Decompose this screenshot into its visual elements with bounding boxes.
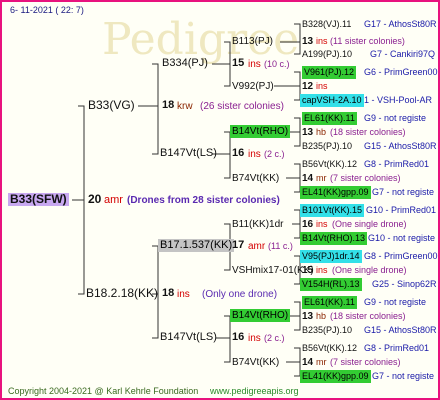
a2-gen-code: ins bbox=[248, 149, 261, 160]
a2a-female[interactable]: EL61(KK).11 bbox=[302, 112, 357, 125]
b1-gen-num: 17 bbox=[232, 239, 245, 251]
a2a-note: (18 sister colonies) bbox=[330, 127, 406, 137]
footer-copyright: Copyright 2004-2021 @ Karl Kehrle Founda… bbox=[8, 386, 199, 396]
b1-gen-code: amr bbox=[248, 241, 266, 252]
b2-gen-num: 16 bbox=[232, 331, 245, 343]
pedigree-frame: Pedigree 6- 11-2021 (22: 7) B33(SFW) 20… bbox=[0, 0, 440, 400]
b2a-gen-code: hb bbox=[316, 311, 327, 321]
root-gen-code: amr bbox=[104, 194, 123, 206]
b2a-gen-num: 13 bbox=[302, 311, 314, 322]
b2b-male-extra: G7 - not registe bbox=[372, 371, 435, 381]
a2a-gen-code: hb bbox=[316, 127, 327, 137]
b1b-gen-code: ins bbox=[316, 265, 328, 275]
a1a-node[interactable]: B113(PJ) bbox=[232, 35, 273, 48]
a2-note: (2 c.) bbox=[264, 149, 285, 159]
b1b-female[interactable]: V95(PJ)1dr.14 bbox=[300, 250, 362, 263]
b2b-gen-code: mr bbox=[316, 357, 327, 367]
dam-gen-code: ins bbox=[177, 289, 190, 300]
a2a-male[interactable]: B235(PJ).10 bbox=[302, 140, 352, 153]
b2b-female[interactable]: B56Vt(KK).12 bbox=[302, 342, 357, 355]
a1b-gen-num: 12 bbox=[302, 81, 314, 92]
a1-note: (10 c.) bbox=[264, 59, 290, 69]
a1b-female[interactable]: V961(PJ).12 bbox=[302, 66, 357, 79]
a2b-note: (7 sister colonies) bbox=[330, 173, 401, 183]
b1b-male-extra: G25 - Sinop62R bbox=[372, 279, 437, 289]
b2b-male[interactable]: EL41(KK)gpp.09 bbox=[300, 370, 371, 383]
a1b-female-extra: G6 - PrimGreen00 bbox=[364, 67, 438, 77]
b2-node[interactable]: B147Vt(LS) bbox=[160, 331, 217, 344]
sire-note: (26 sister colonies) bbox=[200, 101, 284, 112]
b1-note: (11 c.) bbox=[268, 241, 293, 251]
b1a-gen-num: 16 bbox=[302, 219, 314, 230]
sire-gen-code: krw bbox=[177, 101, 193, 112]
b1a-node[interactable]: B11(KK)1dr bbox=[232, 218, 284, 231]
b2b-node[interactable]: B74Vt(KK) bbox=[232, 356, 279, 369]
b1a-note: (One single drone) bbox=[332, 219, 407, 229]
a1a-gen-code: ins bbox=[316, 36, 328, 46]
b1b-gen-num: 15 bbox=[302, 265, 314, 276]
a1-node[interactable]: B334(PJ) bbox=[162, 57, 208, 70]
b2a-female-extra: G9 - not registe bbox=[364, 297, 427, 307]
a2a-female-extra: G9 - not registe bbox=[364, 113, 427, 123]
b2-gen-code: ins bbox=[248, 333, 261, 344]
a1b-male-extra: 1 - VSH-Pool-AR bbox=[364, 95, 433, 105]
a2b-gen-num: 14 bbox=[302, 173, 314, 184]
a1-gen-num: 15 bbox=[232, 57, 245, 69]
header-date: 6- 11-2021 ( 22: 7) bbox=[10, 5, 84, 15]
b1b-female-extra: G8 - PrimGreen00 bbox=[364, 251, 438, 261]
dam-node[interactable]: B18.2.18(KK) bbox=[86, 287, 158, 300]
a1a-male[interactable]: A199(PJ).10 bbox=[302, 48, 352, 61]
a1a-male-extra: G7 - Cankiri97Q bbox=[370, 49, 436, 59]
a1b-gen-code: ins bbox=[316, 81, 328, 91]
a2b-gen-code: mr bbox=[316, 173, 327, 183]
b2a-note: (18 sister colonies) bbox=[330, 311, 406, 321]
root-node[interactable]: B33(SFW) bbox=[8, 193, 69, 206]
a1a-female[interactable]: B328(VJ).11 bbox=[302, 18, 351, 31]
root-note: (Drones from 28 sister colonies) bbox=[127, 195, 280, 206]
b2-note: (2 c.) bbox=[264, 333, 285, 343]
b1a-male[interactable]: B14Vt(RHO).13 bbox=[300, 232, 368, 245]
a1b-male[interactable]: capVSH-2A.10 bbox=[300, 94, 364, 107]
b1a-gen-code: ins bbox=[316, 219, 328, 229]
root-gen-num: 20 bbox=[88, 192, 102, 206]
b1-node[interactable]: B17.1.537(KK) bbox=[158, 239, 235, 252]
b2a-node[interactable]: B14Vt(RHO) bbox=[230, 309, 291, 322]
a2a-node[interactable]: B14Vt(RHO) bbox=[230, 125, 291, 138]
a2b-male-extra: G7 - not registe bbox=[372, 187, 435, 197]
a1a-note: (11 sister colonies) bbox=[330, 36, 405, 46]
sire-node[interactable]: B33(VG) bbox=[88, 99, 135, 112]
b1a-female[interactable]: B101Vt(KK).15 bbox=[300, 204, 365, 217]
b1a-female-extra: G10 - PrimRed01 bbox=[366, 205, 437, 215]
a1b-node[interactable]: V992(PJ) bbox=[232, 80, 274, 93]
b2a-male-extra: G15 - AthosSt80R bbox=[364, 325, 437, 335]
a2b-female-extra: G8 - PrimRed01 bbox=[364, 159, 430, 169]
a1a-female-extra: G17 - AthosSt80R bbox=[364, 19, 437, 29]
b2a-female[interactable]: EL61(KK).11 bbox=[302, 296, 357, 309]
b1a-male-extra: G10 - not registe bbox=[368, 233, 436, 243]
a1a-gen-num: 13 bbox=[302, 36, 314, 47]
b2b-female-extra: G8 - PrimRed01 bbox=[364, 343, 430, 353]
a2b-female[interactable]: B56Vt(KK).12 bbox=[302, 158, 357, 171]
a2-gen-num: 16 bbox=[232, 147, 245, 159]
b2b-note: (7 sister colonies) bbox=[330, 357, 401, 367]
b1b-male[interactable]: V154H(RL).13 bbox=[300, 278, 362, 291]
b2b-gen-num: 14 bbox=[302, 357, 314, 368]
a2a-gen-num: 13 bbox=[302, 127, 314, 138]
footer-site[interactable]: www.pedigreeapis.org bbox=[210, 386, 299, 396]
a2a-male-extra: G15 - AthosSt80R bbox=[364, 141, 437, 151]
dam-gen-num: 18 bbox=[162, 287, 175, 299]
a1-gen-code: ins bbox=[248, 59, 261, 70]
a2-node[interactable]: B147Vt(LS) bbox=[160, 147, 217, 160]
b2a-male[interactable]: B235(PJ).10 bbox=[302, 324, 352, 337]
a2b-node[interactable]: B74Vt(KK) bbox=[232, 172, 279, 185]
b1b-note: (One single drone) bbox=[332, 265, 407, 275]
dam-note: (Only one drone) bbox=[202, 289, 278, 300]
sire-gen-num: 18 bbox=[162, 99, 175, 111]
a2b-male[interactable]: EL41(KK)gpp.09 bbox=[300, 186, 371, 199]
